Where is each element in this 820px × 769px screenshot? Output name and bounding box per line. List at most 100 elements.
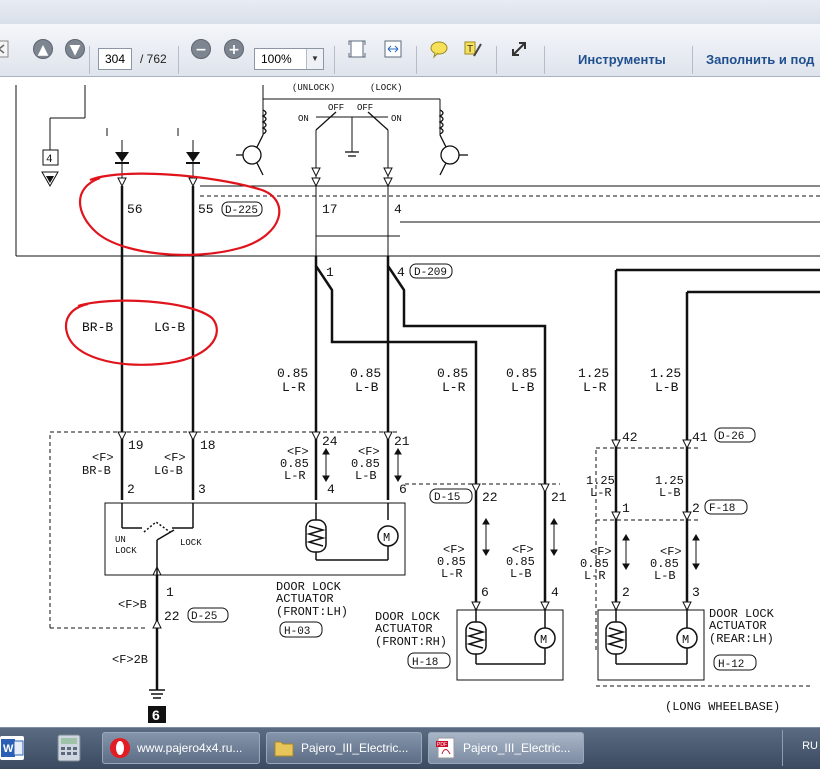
pin-label: 21: [551, 490, 567, 505]
actuator-title: ACTUATOR: [709, 619, 767, 633]
wire-color-lgb: LG-B: [154, 464, 183, 478]
taskbar-opera[interactable]: www.pajero4x4.ru...: [102, 732, 260, 764]
folder-icon: [274, 741, 294, 757]
connector-d25: D-25: [191, 611, 217, 623]
pin-label: 1: [622, 501, 630, 516]
word-icon[interactable]: W: [0, 736, 24, 760]
highlight-text-button[interactable]: T: [460, 36, 486, 62]
connector-d209: D-209: [414, 267, 447, 279]
document-view[interactable]: 4 (UNLOCK) (LOCK) OFF OFF ON ON 56 55 D-…: [0, 77, 820, 727]
calculator-icon[interactable]: [56, 734, 82, 762]
opera-icon: [110, 738, 130, 758]
pin-label: 4: [394, 202, 402, 217]
taskbar-folder[interactable]: Pajero_III_Electric...: [266, 732, 422, 764]
pin-label: 21: [394, 434, 410, 449]
actuator-title: ACTUATOR: [375, 622, 433, 636]
svg-text:W: W: [3, 743, 14, 755]
wire-color-lr: L-R: [584, 569, 606, 583]
ground-number: 6: [152, 707, 160, 723]
lock-label: (LOCK): [370, 83, 402, 93]
pin-label: 18: [200, 438, 216, 453]
chevron-down-icon[interactable]: ▼: [306, 49, 323, 69]
wire-color-lb: L-B: [355, 380, 379, 395]
wiring-diagram: 4 (UNLOCK) (LOCK) OFF OFF ON ON 56 55 D-…: [15, 83, 820, 723]
page-number-input[interactable]: 304: [98, 48, 132, 70]
tools-link[interactable]: Инструменты: [578, 52, 666, 67]
pin-label: 6: [399, 482, 407, 497]
zoom-value: 100%: [261, 52, 292, 66]
pin-label: 17: [322, 202, 338, 217]
language-indicator[interactable]: RU: [802, 740, 818, 752]
wire-gauge: 1.25: [650, 366, 681, 381]
lock-switch-label: LOCK: [180, 538, 202, 548]
comment-button[interactable]: [426, 36, 452, 62]
previous-page-button[interactable]: ▲: [30, 36, 56, 62]
connector-h12: H-12: [718, 659, 744, 671]
pin-label: 2: [622, 585, 630, 600]
highlighter-icon: T: [464, 41, 482, 57]
wire-color-lr: L-R: [441, 567, 463, 581]
close-icon[interactable]: [0, 36, 12, 62]
pin-label: 4: [327, 482, 335, 497]
wire-color-brb: BR-B: [82, 320, 113, 335]
connector-d225: D-225: [225, 205, 258, 217]
fit-width-icon: [384, 40, 402, 58]
pin-label: 4: [551, 585, 559, 600]
wire-color-lr: L-R: [284, 469, 306, 483]
pin-label: 3: [198, 482, 206, 497]
pin-label: 22: [482, 490, 498, 505]
fit-width-button[interactable]: [380, 36, 406, 62]
unlock-switch-label: UN: [115, 535, 126, 545]
taskbar-folder-label: Pajero_III_Electric...: [301, 741, 409, 755]
motor-icon: M: [682, 633, 689, 647]
wire-gauge: 0.85: [506, 366, 537, 381]
fill-and-sign-link[interactable]: Заполнить и под: [706, 52, 814, 67]
next-page-button[interactable]: ▼: [62, 36, 88, 62]
connector-d15: D-15: [434, 492, 460, 504]
pin-label: 1: [166, 585, 174, 600]
pdf-icon: PDF: [436, 737, 455, 759]
wire-color-lb: L-B: [511, 380, 535, 395]
f-tag: <F>: [92, 451, 114, 465]
wire-color-lb: L-B: [655, 380, 679, 395]
expand-button[interactable]: [506, 36, 532, 62]
wire-color-lb: L-B: [654, 569, 676, 583]
taskbar-pdf-label: Pajero_III_Electric...: [463, 741, 571, 755]
pin-label: 1: [326, 265, 334, 280]
pin-label: 42: [622, 430, 638, 445]
off-label: OFF: [328, 103, 344, 113]
on-label: ON: [391, 114, 402, 124]
zoom-out-button[interactable]: −: [188, 36, 214, 62]
wire-color-lr: L-R: [282, 380, 306, 395]
wire-gauge: 0.85: [277, 366, 308, 381]
f-tag: <F>: [164, 451, 186, 465]
toolbar-separator: [496, 46, 497, 74]
wire-gauge: 0.85: [437, 366, 468, 381]
unlock-switch-label: LOCK: [115, 546, 137, 556]
expand-arrows-icon: [512, 42, 526, 56]
toolbar-separator: [692, 46, 693, 74]
pin-label: 2: [692, 501, 700, 516]
arrow-down-icon: ▼: [65, 39, 85, 59]
connector-d26: D-26: [718, 431, 744, 443]
plus-icon: +: [224, 39, 244, 59]
tray-separator: [782, 730, 783, 766]
fit-page-button[interactable]: [344, 36, 370, 62]
long-wheelbase-note: (LONG WHEELBASE): [665, 700, 780, 714]
toolbar-separator: [178, 46, 179, 74]
zoom-select[interactable]: 100% ▼: [254, 48, 324, 70]
taskbar-pdf[interactable]: PDF Pajero_III_Electric...: [428, 732, 584, 764]
page-total: / 762: [140, 52, 167, 66]
motor-icon: M: [383, 531, 390, 545]
motor-icon: M: [540, 633, 547, 647]
pin-label: 24: [322, 434, 338, 449]
zoom-in-button[interactable]: +: [221, 36, 247, 62]
fit-page-icon: [348, 40, 366, 58]
windows-taskbar: W www.pajero4x4.ru... Pajero_III_Electri…: [0, 727, 820, 769]
wire-color-lr: L-R: [583, 380, 607, 395]
actuator-position: (FRONT:LH): [276, 605, 348, 619]
wire-color-lr: L-R: [442, 380, 466, 395]
minus-icon: −: [191, 39, 211, 59]
wire-gauge: 1.25: [578, 366, 609, 381]
pin-label: 56: [127, 202, 143, 217]
